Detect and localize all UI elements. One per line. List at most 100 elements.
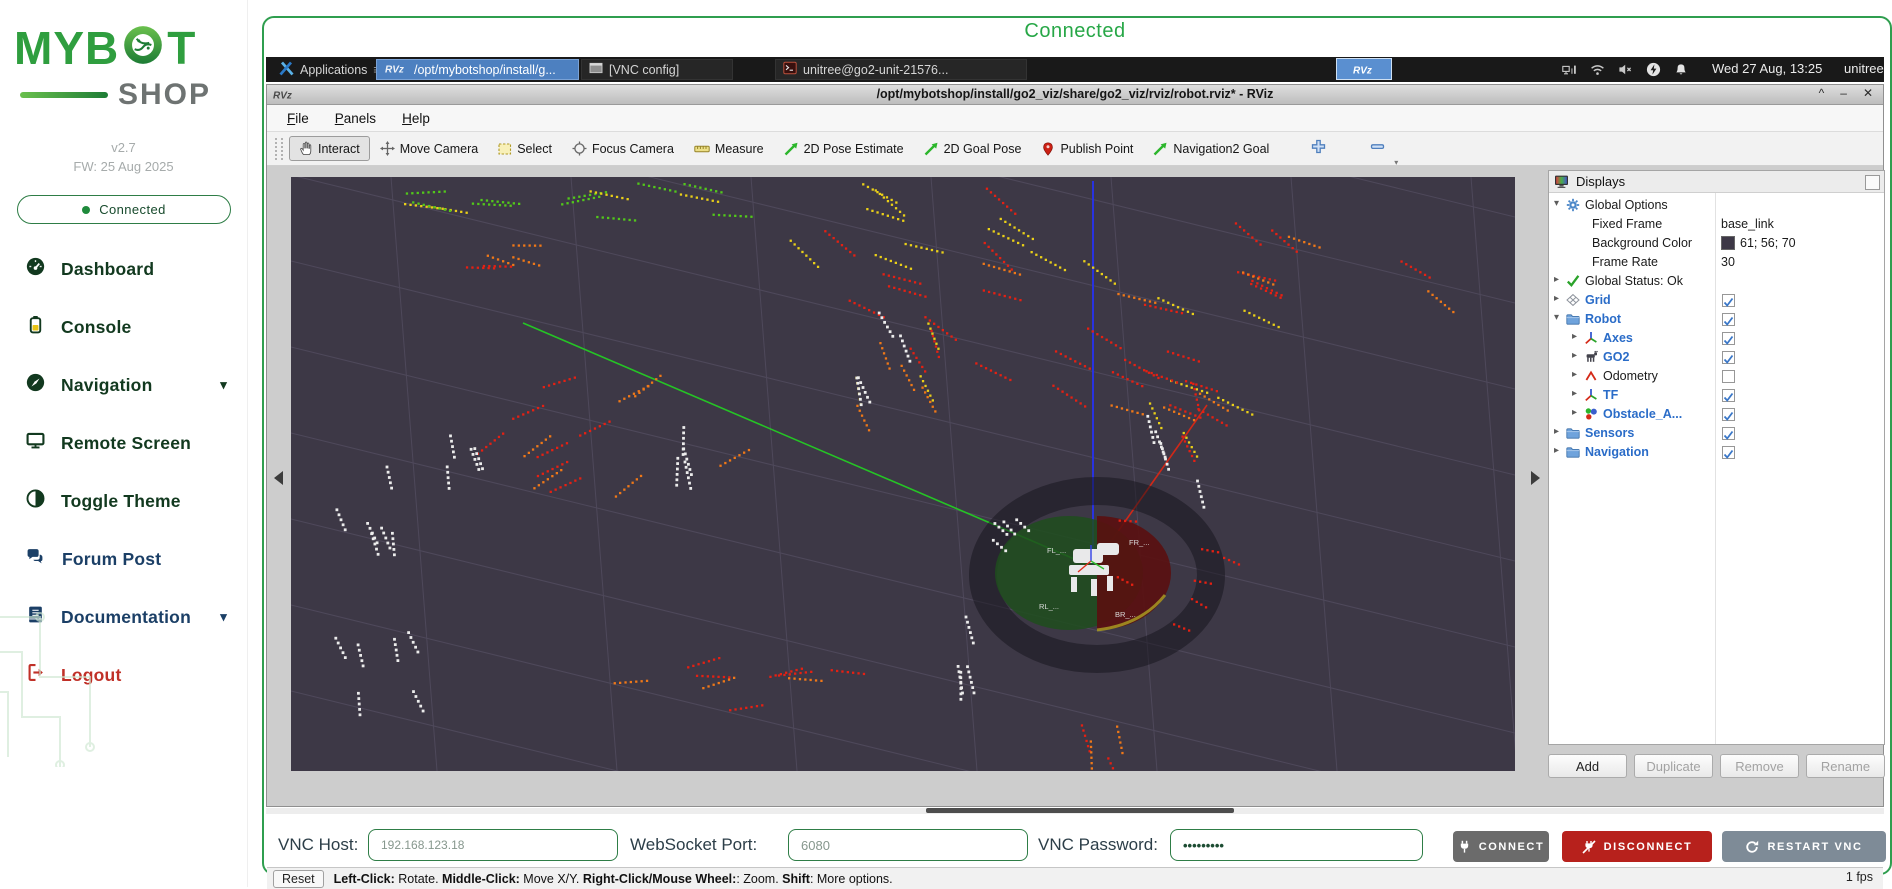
expander-closed-icon[interactable]: ▸	[1572, 331, 1577, 342]
display-checkbox[interactable]	[1722, 313, 1735, 326]
websocket-port-input[interactable]	[788, 829, 1028, 861]
remove-tool-button[interactable]: ▾	[1364, 135, 1391, 163]
tool-interact[interactable]: Interact	[289, 136, 370, 161]
collapse-left-arrow-icon[interactable]	[274, 471, 283, 485]
tool-navigation2-goal[interactable]: Navigation2 Goal	[1143, 137, 1279, 161]
taskbar-task-unitree-go2-unit-21576[interactable]: unitree@go2-unit-21576...	[775, 59, 1027, 80]
tool-publish-point[interactable]: Publish Point	[1031, 137, 1143, 161]
menu-help[interactable]: Help	[402, 111, 430, 126]
restart-vnc-button[interactable]: RESTART VNC	[1722, 831, 1886, 862]
scrollbar-thumb[interactable]	[926, 808, 1234, 813]
display-row-go2[interactable]: ▸GO2	[1549, 348, 1884, 367]
expander-open-icon[interactable]: ▾	[1554, 198, 1559, 209]
expander-closed-icon[interactable]: ▸	[1572, 369, 1577, 380]
expander-closed-icon[interactable]: ▸	[1554, 445, 1559, 456]
display-checkbox[interactable]	[1722, 294, 1735, 307]
duplicate-display-button[interactable]: Duplicate	[1634, 754, 1713, 778]
minimize-window-button[interactable]: –	[1840, 86, 1847, 100]
display-row-obstacle-a[interactable]: ▸Obstacle_A...	[1549, 405, 1884, 424]
connect-button[interactable]: CONNECT	[1453, 831, 1549, 862]
display-checkbox[interactable]	[1722, 408, 1735, 421]
close-window-button[interactable]: ✕	[1863, 86, 1873, 100]
vnc-host-input[interactable]	[368, 829, 618, 861]
display-row-background-color[interactable]: Background Color61; 56; 70	[1549, 234, 1884, 253]
expander-closed-icon[interactable]: ▸	[1572, 350, 1577, 361]
applications-menu-button[interactable]: Applications≡	[272, 59, 388, 80]
value-text: 61; 56; 70	[1740, 236, 1796, 250]
sidebar-item-toggle-theme[interactable]: Toggle Theme	[0, 472, 247, 530]
display-row-fixed-frame[interactable]: Fixed Framebase_link	[1549, 215, 1884, 234]
value-text: 30	[1721, 255, 1735, 269]
tool-focus-camera[interactable]: Focus Camera	[562, 136, 684, 161]
tool-select[interactable]: Select	[488, 137, 562, 161]
power-manager-icon[interactable]	[1646, 62, 1661, 82]
display-checkbox[interactable]	[1722, 351, 1735, 364]
display-row-global-status-ok[interactable]: ▸Global Status: Ok	[1549, 272, 1884, 291]
display-checkbox[interactable]	[1722, 370, 1735, 383]
display-row-tf[interactable]: ▸TF	[1549, 386, 1884, 405]
display-checkbox[interactable]	[1722, 332, 1735, 345]
workspace-switcher-rviz[interactable]: RVz	[1336, 58, 1392, 80]
display-row-robot[interactable]: ▾Robot	[1549, 310, 1884, 329]
expander-closed-icon[interactable]: ▸	[1554, 426, 1559, 437]
menu-file[interactable]: File	[287, 111, 309, 126]
value-text: base_link	[1721, 217, 1774, 231]
tool-2d-goal-pose[interactable]: 2D Goal Pose	[914, 137, 1032, 161]
taskbar-user[interactable]: unitree	[1844, 61, 1884, 76]
notifications-bell-icon[interactable]	[1674, 63, 1688, 82]
display-checkbox[interactable]	[1722, 389, 1735, 402]
sidebar-item-console[interactable]: Console	[0, 298, 247, 356]
display-row-navigation[interactable]: ▸Navigation	[1549, 443, 1884, 462]
display-checkbox[interactable]	[1722, 427, 1735, 440]
tool-move-camera[interactable]: Move Camera	[370, 136, 489, 161]
expander-open-icon[interactable]: ▾	[1554, 312, 1559, 323]
network-icon[interactable]	[1562, 63, 1577, 82]
expander-closed-icon[interactable]: ▸	[1554, 274, 1559, 285]
display-row-global-options[interactable]: ▾Global Options	[1549, 196, 1884, 215]
pin-icon	[1041, 142, 1055, 156]
reset-button[interactable]: Reset	[273, 870, 324, 888]
sidebar-item-forum-post[interactable]: Forum Post	[0, 530, 247, 588]
displays-panel-header[interactable]: Displays	[1549, 171, 1884, 193]
vnc-password-input[interactable]	[1170, 829, 1423, 861]
display-row-sensors[interactable]: ▸Sensors	[1549, 424, 1884, 443]
menu-panels[interactable]: Panels	[335, 111, 376, 126]
add-display-button[interactable]: Add	[1548, 754, 1627, 778]
display-row-grid[interactable]: ▸Grid	[1549, 291, 1884, 310]
svg-text:BR_...: BR_...	[1115, 610, 1136, 619]
expander-closed-icon[interactable]: ▸	[1554, 293, 1559, 304]
property-value[interactable]: 61; 56; 70	[1721, 236, 1796, 250]
shade-window-button[interactable]: ^	[1819, 86, 1825, 100]
sidebar-item-navigation[interactable]: Navigation▾	[0, 356, 247, 414]
connection-status-pill[interactable]: Connected	[17, 195, 231, 224]
sidebar-item-label: Toggle Theme	[61, 491, 181, 512]
taskbar-task-opt-mybotshop-install-g[interactable]: RVz/opt/mybotshop/install/g...	[376, 59, 579, 80]
sidebar-item-remote-screen[interactable]: Remote Screen	[0, 414, 247, 472]
collapse-right-arrow-icon[interactable]	[1531, 471, 1540, 485]
panel-float-button[interactable]	[1865, 175, 1880, 190]
display-row-odometry[interactable]: ▸Odometry	[1549, 367, 1884, 386]
sidebar-item-dashboard[interactable]: Dashboard	[0, 240, 247, 298]
display-row-axes[interactable]: ▸Axes	[1549, 329, 1884, 348]
app-version: v2.7	[0, 140, 247, 155]
display-row-frame-rate[interactable]: Frame Rate30	[1549, 253, 1884, 272]
remove-display-button[interactable]: Remove	[1720, 754, 1799, 778]
tool-2d-pose-estimate[interactable]: 2D Pose Estimate	[774, 137, 914, 161]
expander-closed-icon[interactable]: ▸	[1572, 407, 1577, 418]
taskbar-task-vnc-config[interactable]: [VNC config]	[581, 59, 733, 80]
property-value[interactable]: base_link	[1721, 217, 1774, 231]
rename-display-button[interactable]: Rename	[1806, 754, 1885, 778]
taskbar-clock[interactable]: Wed 27 Aug, 13:25	[1712, 61, 1822, 76]
wifi-icon[interactable]	[1590, 63, 1605, 81]
property-value[interactable]: 30	[1721, 255, 1735, 269]
horizontal-scrollbar	[266, 808, 1884, 814]
rviz-3d-viewport[interactable]: FL_...FR_...RL_...BR_...	[291, 177, 1515, 771]
toolbar-drag-handle[interactable]	[275, 138, 283, 160]
expander-closed-icon[interactable]: ▸	[1572, 388, 1577, 399]
rviz-titlebar[interactable]: RVz /opt/mybotshop/install/go2_viz/share…	[267, 85, 1883, 105]
display-checkbox[interactable]	[1722, 446, 1735, 459]
tool-measure[interactable]: Measure	[684, 137, 774, 161]
volume-muted-icon[interactable]	[1618, 63, 1633, 81]
add-tool-button[interactable]	[1305, 135, 1332, 163]
disconnect-button[interactable]: DISCONNECT	[1562, 831, 1712, 862]
